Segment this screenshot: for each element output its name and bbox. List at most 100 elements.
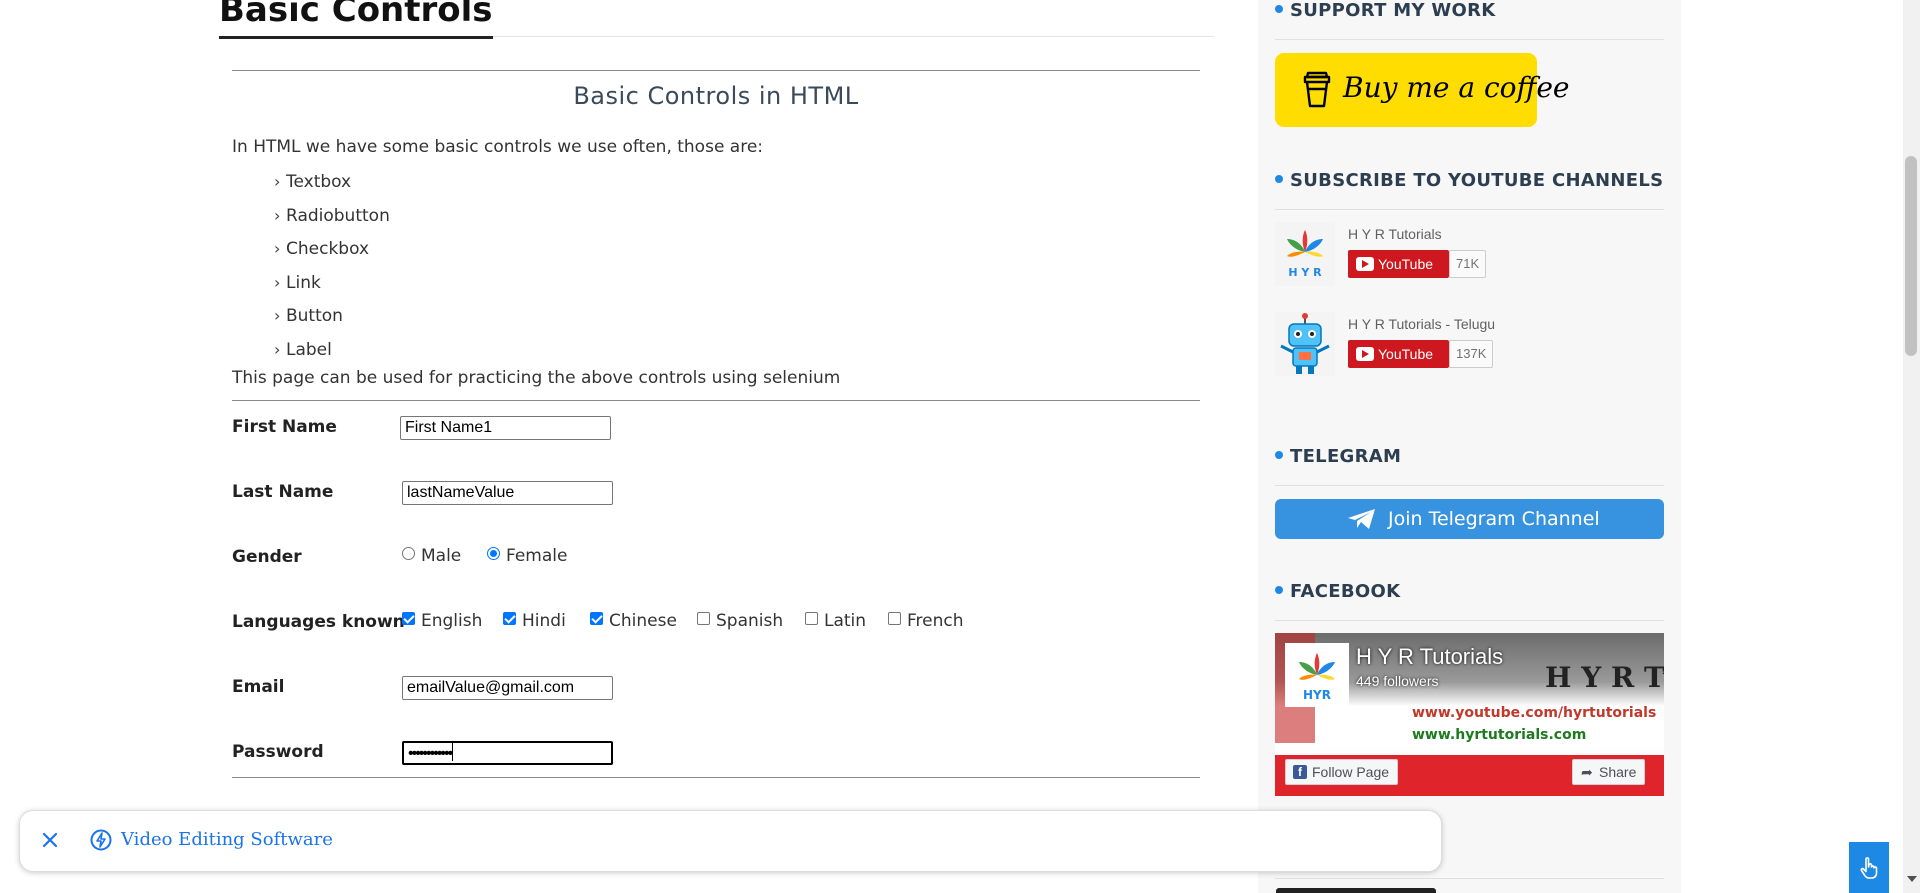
female-label: Female: [506, 546, 568, 566]
facebook-heading: FACEBOOK: [1275, 581, 1400, 602]
latin-label: Latin: [824, 611, 867, 631]
gender-option-male[interactable]: Male: [402, 546, 461, 566]
male-label: Male: [421, 546, 462, 566]
english-checkbox[interactable]: [402, 612, 415, 625]
language-option-spanish[interactable]: Spanish: [697, 611, 783, 631]
section-subtitle: Basic Controls in HTML: [573, 82, 859, 110]
join-telegram-button[interactable]: Join Telegram Channel: [1275, 499, 1664, 539]
close-icon[interactable]: [39, 829, 61, 851]
youtube-heading: SUBSCRIBE TO YOUTUBE CHANNELS: [1275, 170, 1663, 191]
bullet-icon: [1275, 586, 1283, 594]
language-option-english[interactable]: English: [402, 611, 482, 631]
bullet-icon: [1275, 451, 1283, 459]
channel-name[interactable]: H Y R Tutorials - Telugu: [1348, 316, 1495, 332]
chevron-right-icon: ›: [274, 272, 281, 292]
intro-text: In HTML we have some basic controls we u…: [232, 137, 764, 157]
page-avatar[interactable]: HYR: [1285, 643, 1349, 707]
email-input[interactable]: emailValue@gmail.com: [402, 676, 613, 700]
language-option-latin[interactable]: Latin: [805, 611, 866, 631]
paper-plane-icon: [1348, 509, 1375, 529]
scrollbar-thumb[interactable]: [1905, 156, 1917, 356]
youtube-subscribe-button[interactable]: YouTube: [1348, 340, 1449, 368]
channel-name[interactable]: H Y R Tutorials: [1348, 226, 1442, 242]
female-radio[interactable]: [487, 547, 500, 560]
banner-text: H Y R Tutorials: [1545, 661, 1664, 694]
password-value: ••••••••••••: [408, 745, 453, 762]
first-name-row: First Name First Name1: [232, 401, 1200, 466]
youtube-heading-text: SUBSCRIBE TO YOUTUBE CHANNELS: [1290, 170, 1664, 191]
gender-option-female[interactable]: Female: [487, 546, 567, 566]
spanish-label: Spanish: [716, 611, 784, 631]
languages-row: Languages known English Hindi Chinese Sp…: [232, 596, 1200, 661]
email-label: Email: [232, 677, 285, 697]
coffee-cup-icon: [1303, 71, 1331, 108]
buy-me-a-coffee-button[interactable]: Buy me a coffee: [1275, 53, 1569, 127]
chinese-label: Chinese: [609, 611, 677, 631]
hindi-label: Hindi: [522, 611, 566, 631]
practice-note: This page can be used for practicing the…: [232, 368, 841, 388]
last-name-input[interactable]: lastNameValue: [402, 481, 613, 505]
youtube-channel: H Y R Tutorials - Telugu YouTube 137K: [1275, 312, 1665, 382]
first-name-input[interactable]: First Name1: [400, 416, 611, 440]
language-option-chinese[interactable]: Chinese: [590, 611, 677, 631]
hindi-checkbox[interactable]: [503, 612, 516, 625]
list-item: › Radiobutton: [274, 199, 1200, 233]
youtube-channel: H Y R H Y R Tutorials YouTube 71K: [1275, 222, 1665, 292]
banner-website-url: www.hyrtutorials.com: [1412, 727, 1587, 743]
svg-text:H Y R: H Y R: [1288, 266, 1322, 279]
chinese-checkbox[interactable]: [590, 612, 603, 625]
sidebar: SUPPORT MY WORK Buy me a coffee SUBSCRIB…: [1258, 0, 1681, 893]
list-item: › Button: [274, 299, 1200, 333]
youtube-button-label: YouTube: [1378, 256, 1434, 272]
language-option-french[interactable]: French: [888, 611, 964, 631]
basic-controls-form: First Name First Name1 Last Name lastNam…: [232, 401, 1200, 778]
hand-pointer-icon: [1860, 857, 1878, 879]
list-item: › Textbox: [274, 165, 1200, 199]
divider: [1275, 620, 1664, 621]
subscriber-count: 137K: [1449, 340, 1494, 368]
touch-mode-button[interactable]: [1849, 842, 1889, 893]
ad-link[interactable]: Video Editing Software: [121, 829, 333, 850]
share-button[interactable]: ➦ Share: [1572, 759, 1646, 785]
list-item: › Label: [274, 333, 1200, 367]
password-input[interactable]: ••••••••••••: [402, 741, 613, 765]
spanish-checkbox[interactable]: [697, 612, 710, 625]
robot-logo-icon[interactable]: [1275, 312, 1335, 376]
divider: [232, 70, 1200, 71]
youtube-button-label: YouTube: [1378, 346, 1434, 362]
hyr-logo-icon[interactable]: H Y R: [1275, 222, 1335, 286]
facebook-page-name[interactable]: H Y R Tutorials: [1356, 644, 1503, 670]
telegram-heading-text: TELEGRAM: [1290, 446, 1402, 467]
share-label: Share: [1599, 764, 1637, 780]
languages-label: Languages known: [232, 612, 405, 632]
french-checkbox[interactable]: [888, 612, 901, 625]
gender-label: Gender: [232, 547, 302, 567]
page-title-container: Basic Controls: [219, 0, 1214, 39]
list-item: › Checkbox: [274, 232, 1200, 266]
play-icon: [1356, 257, 1374, 271]
lightning-bolt-icon: [90, 829, 112, 851]
english-label: English: [421, 611, 483, 631]
male-radio[interactable]: [402, 547, 415, 560]
list-item-label: Link: [286, 272, 321, 293]
list-item-label: Label: [286, 339, 332, 360]
support-heading-text: SUPPORT MY WORK: [1290, 0, 1496, 21]
facebook-icon: f: [1293, 765, 1307, 779]
support-heading: SUPPORT MY WORK: [1275, 0, 1496, 21]
ad-suggestion-bar: Video Editing Software: [19, 810, 1442, 872]
chevron-right-icon: ›: [274, 239, 281, 258]
latin-checkbox[interactable]: [805, 612, 818, 625]
chevron-right-icon: ›: [274, 205, 281, 225]
follow-page-button[interactable]: f Follow Page: [1285, 759, 1399, 785]
list-item-label: Radiobutton: [286, 205, 390, 226]
password-row: Password ••••••••••••: [232, 726, 1200, 765]
last-name-label: Last Name: [232, 482, 334, 502]
language-option-hindi[interactable]: Hindi: [503, 611, 566, 631]
page-scrollbar[interactable]: [1903, 0, 1920, 893]
youtube-subscribe-button[interactable]: YouTube: [1348, 250, 1449, 278]
share-arrow-icon: ➦: [1581, 764, 1593, 780]
scroll-down-arrow-icon[interactable]: [1907, 876, 1917, 882]
facebook-page-widget[interactable]: H Y R Tutorials www.youtube.com/hyrtutor…: [1275, 633, 1664, 796]
gender-row: Gender Male Female: [232, 531, 1200, 596]
telegram-button-label: Join Telegram Channel: [1388, 508, 1600, 530]
